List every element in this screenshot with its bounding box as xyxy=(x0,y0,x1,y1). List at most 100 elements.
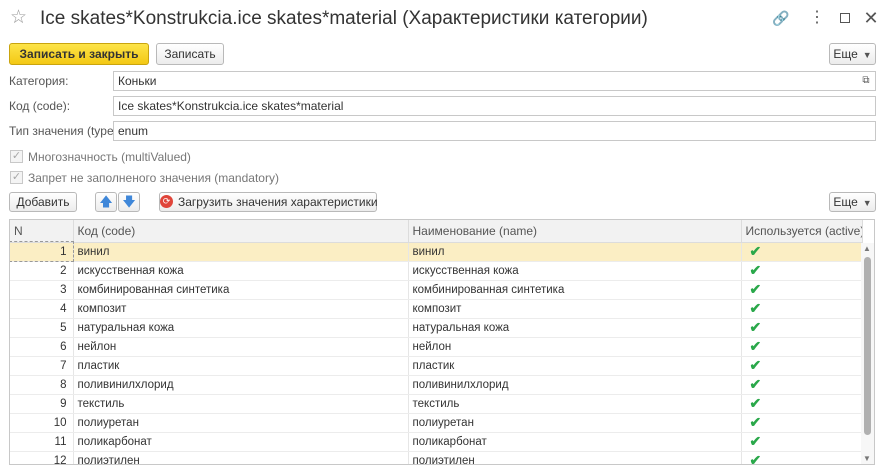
more-button-label: Еще xyxy=(833,47,858,61)
code-field[interactable]: Ice skates*Konstrukcia.ice skates*materi… xyxy=(113,96,876,116)
row-number: 6 xyxy=(10,337,74,357)
table-more-button[interactable]: Еще ▼ xyxy=(829,192,876,212)
type-field[interactable]: enum xyxy=(113,121,876,141)
row-number: 4 xyxy=(10,299,74,319)
save-and-close-button[interactable]: Записать и закрыть xyxy=(9,43,149,65)
move-up-icon[interactable]: 🡅 xyxy=(95,192,117,212)
category-label: Категория: xyxy=(9,74,69,88)
row-code: полиэтилен xyxy=(73,451,409,464)
code-value: Ice skates*Konstrukcia.ice skates*materi… xyxy=(118,99,344,113)
row-active-check-icon: ✔ xyxy=(741,299,863,319)
more-menu-icon[interactable]: ⋮ xyxy=(808,9,826,27)
table-more-label: Еще xyxy=(833,195,858,209)
row-code: нейлон xyxy=(73,337,409,357)
save-button[interactable]: Записать xyxy=(156,43,224,65)
row-name: искусственная кожа xyxy=(408,261,742,281)
window-title: Ice skates*Konstrukcia.ice skates*materi… xyxy=(40,8,648,29)
category-value: Коньки xyxy=(118,74,157,88)
maximize-icon[interactable] xyxy=(836,9,854,27)
row-active-check-icon: ✔ xyxy=(741,394,863,414)
row-active-check-icon: ✔ xyxy=(741,413,863,433)
row-number: 12 xyxy=(10,451,74,464)
table-row[interactable]: 10 полиуретан полиуретан ✔ xyxy=(10,413,863,433)
column-header-n[interactable]: N xyxy=(10,220,74,243)
column-header-name[interactable]: Наименование (name) xyxy=(408,220,742,243)
table-row[interactable]: 9 текстиль текстиль ✔ xyxy=(10,394,863,414)
favorite-star-icon[interactable]: ☆ xyxy=(10,8,27,28)
row-number: 2 xyxy=(10,261,74,281)
check-icon: ✔ xyxy=(749,338,762,354)
row-name: винил xyxy=(408,242,742,262)
open-icon[interactable]: ⧉ xyxy=(859,74,873,88)
row-code: искусственная кожа xyxy=(73,261,409,281)
row-name: нейлон xyxy=(408,337,742,357)
multivalued-label: Многозначность (multiValued) xyxy=(28,150,191,164)
row-name: натуральная кожа xyxy=(408,318,742,338)
table-row[interactable]: 8 поливинилхлорид поливинилхлорид ✔ xyxy=(10,375,863,395)
check-icon: ✔ xyxy=(749,357,762,373)
row-code: поликарбонат xyxy=(73,432,409,452)
scroll-down-icon[interactable]: ▼ xyxy=(863,454,871,463)
table-row[interactable]: 12 полиэтилен полиэтилен ✔ xyxy=(10,451,863,464)
table-row[interactable]: 4 композит композит ✔ xyxy=(10,299,863,319)
check-icon: ✔ xyxy=(749,243,762,259)
mandatory-label: Запрет не заполненого значения (mandator… xyxy=(28,171,279,185)
load-values-button[interactable]: ⟳ Загрузить значения характеристики xyxy=(159,192,378,212)
vertical-scrollbar[interactable]: ▲ ▼ xyxy=(861,243,874,464)
row-code: натуральная кожа xyxy=(73,318,409,338)
row-active-check-icon: ✔ xyxy=(741,375,863,395)
scroll-up-icon[interactable]: ▲ xyxy=(863,244,871,253)
code-label: Код (code): xyxy=(9,99,71,113)
row-code: винил xyxy=(73,242,409,262)
move-down-icon[interactable]: 🡇 xyxy=(118,192,140,212)
row-name: комбинированная синтетика xyxy=(408,280,742,300)
table-row[interactable]: 5 натуральная кожа натуральная кожа ✔ xyxy=(10,318,863,338)
table-row[interactable]: 2 искусственная кожа искусственная кожа ✔ xyxy=(10,261,863,281)
row-active-check-icon: ✔ xyxy=(741,356,863,376)
table-header: N Код (code) Наименование (name) Использ… xyxy=(10,220,863,243)
title-bar: ☆ Ice skates*Konstrukcia.ice skates*mate… xyxy=(0,0,894,38)
load-icon: ⟳ xyxy=(160,195,173,209)
category-field[interactable]: Коньки ⧉ xyxy=(113,71,876,91)
row-number: 5 xyxy=(10,318,74,338)
add-button[interactable]: Добавить xyxy=(9,192,77,212)
scroll-thumb[interactable] xyxy=(864,257,871,435)
row-number: 3 xyxy=(10,280,74,300)
row-name: поливинилхлорид xyxy=(408,375,742,395)
row-active-check-icon: ✔ xyxy=(741,242,863,262)
row-number: 7 xyxy=(10,356,74,376)
row-active-check-icon: ✔ xyxy=(741,261,863,281)
check-icon: ✔ xyxy=(749,300,762,316)
mandatory-checkbox[interactable]: ✓ xyxy=(10,171,23,184)
multivalued-checkbox[interactable]: ✓ xyxy=(10,150,23,163)
table-row[interactable]: 11 поликарбонат поликарбонат ✔ xyxy=(10,432,863,452)
row-name: текстиль xyxy=(408,394,742,414)
row-code: композит xyxy=(73,299,409,319)
load-values-label: Загрузить значения характеристики xyxy=(178,195,378,209)
row-name: композит xyxy=(408,299,742,319)
row-name: пластик xyxy=(408,356,742,376)
link-icon[interactable]: 🔗 xyxy=(772,9,790,27)
type-value: enum xyxy=(118,124,149,138)
column-header-active[interactable]: Используется (active) xyxy=(741,220,863,243)
more-button[interactable]: Еще ▼ xyxy=(829,43,876,65)
row-active-check-icon: ✔ xyxy=(741,337,863,357)
table-row[interactable]: 7 пластик пластик ✔ xyxy=(10,356,863,376)
close-icon[interactable]: ✕ xyxy=(862,9,880,27)
row-active-check-icon: ✔ xyxy=(741,318,863,338)
row-number: 10 xyxy=(10,413,74,433)
row-code: комбинированная синтетика xyxy=(73,280,409,300)
row-number: 11 xyxy=(10,432,74,452)
table-row[interactable]: 3 комбинированная синтетика комбинированна… xyxy=(10,280,863,300)
row-number: 8 xyxy=(10,375,74,395)
check-icon: ✔ xyxy=(749,433,762,449)
chevron-down-icon: ▼ xyxy=(862,50,872,60)
check-icon: ✔ xyxy=(749,395,762,411)
chevron-down-icon: ▼ xyxy=(862,198,872,208)
type-label: Тип значения (type): xyxy=(9,124,121,138)
table-row[interactable]: 6 нейлон нейлон ✔ xyxy=(10,337,863,357)
column-header-code[interactable]: Код (code) xyxy=(73,220,409,243)
row-name: полиуретан xyxy=(408,413,742,433)
table-row[interactable]: 1 винил винил ✔ xyxy=(10,241,863,262)
values-table[interactable]: N Код (code) Наименование (name) Использ… xyxy=(9,219,875,465)
